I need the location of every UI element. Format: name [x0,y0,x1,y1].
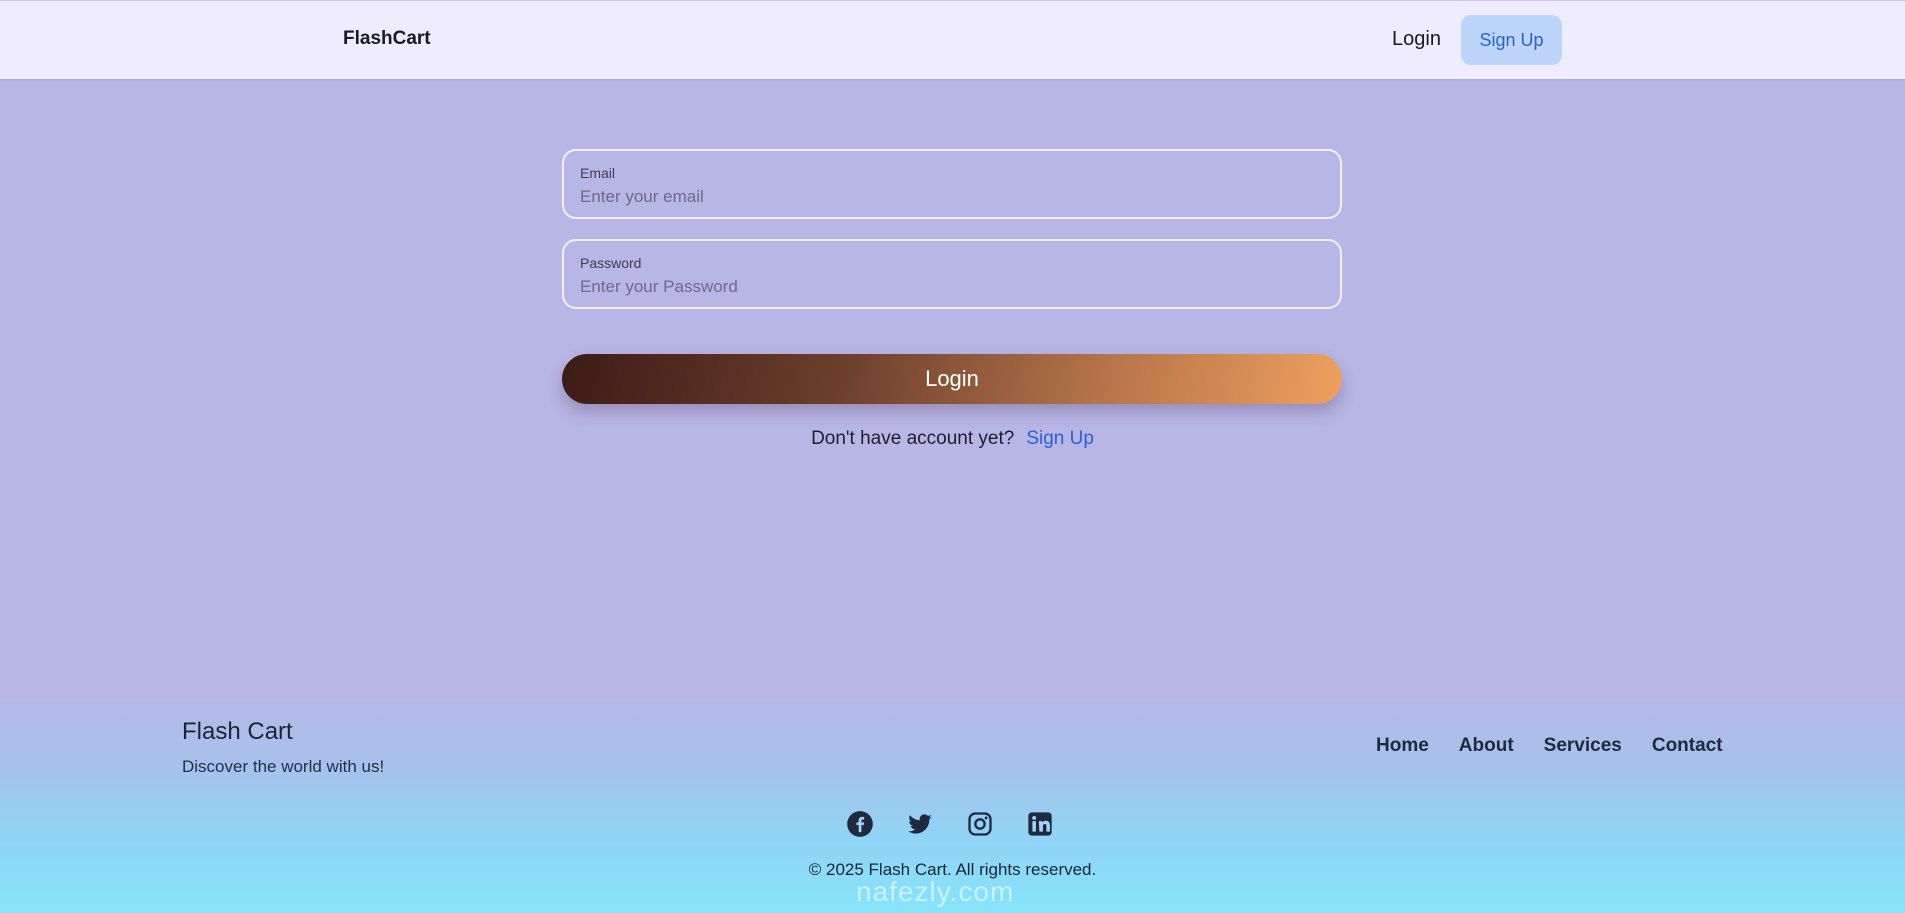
social-links [846,810,1054,838]
signup-prompt-text: Don't have account yet? [811,428,1015,449]
signup-link[interactable]: Sign Up [1026,428,1094,449]
footer-nav: Home About Services Contact [1376,735,1723,757]
instagram-icon[interactable] [966,810,994,838]
top-navbar: FlashCart Login Sign Up [0,0,1905,79]
email-input[interactable] [580,185,1320,209]
login-submit-button[interactable]: Login [562,354,1342,404]
copyright-text: © 2025 Flash Cart. All rights reserved. [808,860,1097,879]
nav-signup-button[interactable]: Sign Up [1461,15,1562,65]
footer-title: Flash Cart [182,718,293,745]
footer-tagline: Discover the world with us! [182,757,385,776]
twitter-icon[interactable] [906,810,934,838]
email-label: Email [580,165,616,181]
password-label: Password [580,255,642,271]
signup-prompt: Don't have account yet? Sign Up [0,428,1905,450]
footer-link-home[interactable]: Home [1376,735,1429,757]
footer: Flash Cart Discover the world with us! H… [0,690,1905,913]
brand-logo[interactable]: FlashCart [343,28,431,50]
facebook-icon[interactable] [846,810,874,838]
password-field[interactable]: Password [562,239,1342,309]
password-input[interactable] [580,275,1320,299]
footer-link-contact[interactable]: Contact [1652,735,1723,757]
linkedin-icon[interactable] [1026,810,1054,838]
nav-login-link[interactable]: Login [1392,28,1441,51]
footer-link-about[interactable]: About [1459,735,1514,757]
footer-link-services[interactable]: Services [1544,735,1622,757]
email-field[interactable]: Email [562,149,1342,219]
